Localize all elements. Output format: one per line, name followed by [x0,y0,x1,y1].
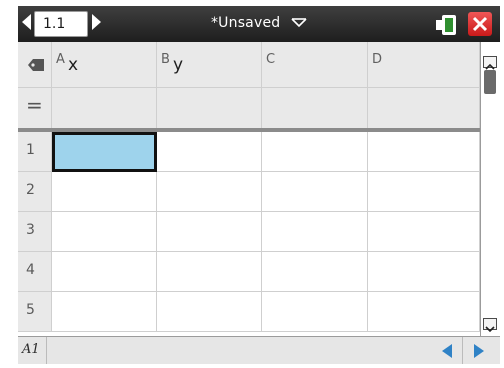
row-number: 3 [26,222,35,238]
cell-d1[interactable] [368,132,480,172]
formula-row-header: = [18,88,52,128]
column-name[interactable]: y [173,55,183,75]
cell-a4[interactable] [52,252,157,292]
row-header-1[interactable]: 1 [18,132,52,172]
column-letter: B [161,52,170,67]
formula-cell-a[interactable] [52,88,157,128]
corner-header [18,42,52,88]
nav-divider [462,337,463,364]
row-number: 1 [26,142,35,158]
cell-b1[interactable] [157,132,262,172]
scroll-thumb[interactable] [484,70,496,94]
cell-a1[interactable] [52,132,157,172]
row-number: 4 [26,262,35,278]
row-number: 2 [26,182,35,198]
row-header-3[interactable]: 3 [18,212,52,252]
column-letter: A [56,52,65,67]
cell-b4[interactable] [157,252,262,292]
cell-d5[interactable] [368,292,480,332]
close-icon [472,16,488,32]
cell-d2[interactable] [368,172,480,212]
cell-b2[interactable] [157,172,262,212]
document-title-menu[interactable]: *Unsaved [18,15,500,31]
next-arrow-icon[interactable] [474,344,484,358]
column-name[interactable]: x [68,55,78,75]
cell-c3[interactable] [262,212,368,252]
cell-a3[interactable] [52,212,157,252]
spreadsheet-app-window: 1.1 *Unsaved A x B y C D = 1 2 3 4 5 A1 [18,6,500,364]
row-header-5[interactable]: 5 [18,292,52,332]
cell-b5[interactable] [157,292,262,332]
cell-a5[interactable] [52,292,157,332]
cell-reference: A1 [22,342,40,357]
battery-level [445,18,453,32]
cell-a2[interactable] [52,172,157,212]
cell-c1[interactable] [262,132,368,172]
chevron-down-icon [485,326,495,333]
cell-d4[interactable] [368,252,480,292]
scroll-down-button[interactable] [483,318,497,333]
entry-divider [46,337,47,364]
formula-cell-b[interactable] [157,88,262,128]
cell-c5[interactable] [262,292,368,332]
column-letter: D [372,52,383,67]
column-header-d[interactable]: D [368,42,480,88]
entry-line: A1 [18,336,500,364]
equals-icon: = [26,93,43,117]
column-header-a[interactable]: A x [52,42,157,88]
close-button[interactable] [468,12,492,36]
column-letter: C [266,52,276,67]
row-header-2[interactable]: 2 [18,172,52,212]
column-header-c[interactable]: C [262,42,368,88]
formula-cell-d[interactable] [368,88,480,128]
entry-input[interactable] [52,342,432,360]
cell-b3[interactable] [157,212,262,252]
column-header-b[interactable]: B y [157,42,262,88]
scroll-up-button[interactable] [483,56,497,70]
document-title: *Unsaved [210,15,281,31]
title-bar: 1.1 *Unsaved [18,6,500,42]
row-number: 5 [26,302,35,318]
cell-c2[interactable] [262,172,368,212]
vertical-scrollbar[interactable] [480,42,500,336]
cell-c4[interactable] [262,252,368,292]
row-header-4[interactable]: 4 [18,252,52,292]
tag-icon [28,59,44,71]
previous-arrow-icon[interactable] [442,344,452,358]
cell-d3[interactable] [368,212,480,252]
chevron-down-icon [291,18,307,28]
formula-cell-c[interactable] [262,88,368,128]
